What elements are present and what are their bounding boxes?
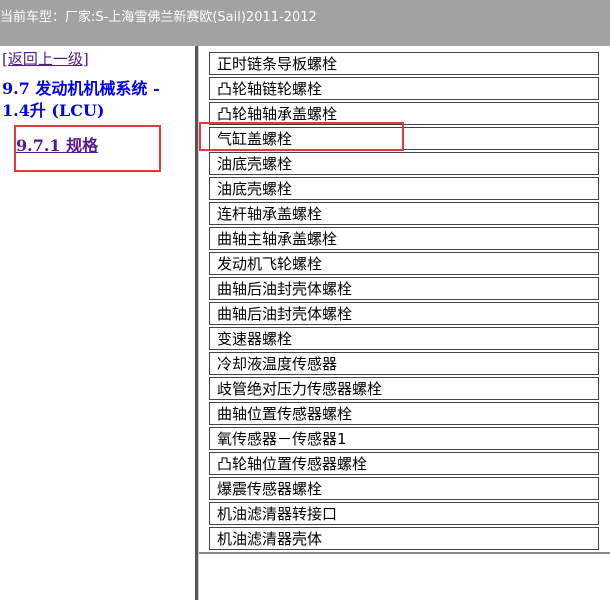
table-row: 变速器螺栓 [209, 327, 599, 350]
highlight-box-right [199, 122, 404, 151]
list-item[interactable]: 曲轴位置传感器螺栓 [209, 402, 599, 425]
section-title-link[interactable]: 9.7 发动机机械系统 - 1.4升 (LCU) [2, 78, 187, 122]
list-item[interactable]: 曲轴后油封壳体螺栓 [209, 302, 599, 325]
list-item[interactable]: 变速器螺栓 [209, 327, 599, 350]
table-row: 发动机飞轮螺栓 [209, 252, 599, 275]
table-row: 曲轴后油封壳体螺栓 [209, 302, 599, 325]
table-row: 曲轴主轴承盖螺栓 [209, 227, 599, 250]
table-row: 机油滤清器转接口 [209, 502, 599, 525]
list-item[interactable]: 曲轴后油封壳体螺栓 [209, 277, 599, 300]
current-vehicle-text: 当前车型：厂家:S-上海雪佛兰新赛欧(Sail)2011-2012 [0, 6, 317, 25]
back-link[interactable]: [返回上一级] [2, 48, 89, 69]
list-item[interactable]: 油底壳螺栓 [209, 177, 599, 200]
table-row: 油底壳螺栓 [209, 152, 599, 175]
table-row: 机油滤清器壳体 [209, 527, 599, 550]
list-item[interactable]: 机油滤清器转接口 [209, 502, 599, 525]
list-item[interactable]: 冷却液温度传感器 [209, 352, 599, 375]
highlight-box-left [14, 125, 161, 172]
list-item[interactable]: 油底壳螺栓 [209, 152, 599, 175]
list-item[interactable]: 正时链条导板螺栓 [209, 52, 599, 75]
table-row: 歧管绝对压力传感器螺栓 [209, 377, 599, 400]
list-item[interactable]: 氧传感器－传感器1 [209, 427, 599, 450]
list-item[interactable]: 凸轮轴位置传感器螺栓 [209, 452, 599, 475]
list-item[interactable]: 凸轮轴链轮螺栓 [209, 77, 599, 100]
list-item[interactable]: 连杆轴承盖螺栓 [209, 202, 599, 225]
table-row: 爆震传感器螺栓 [209, 477, 599, 500]
table-row: 冷却液温度传感器 [209, 352, 599, 375]
table-row: 连杆轴承盖螺栓 [209, 202, 599, 225]
list-item[interactable]: 发动机飞轮螺栓 [209, 252, 599, 275]
current-vehicle-label: 当前车型： [0, 10, 66, 25]
current-vehicle-value: 厂家:S-上海雪佛兰新赛欧(Sail)2011-2012 [65, 10, 317, 25]
content-bottom-border [199, 552, 610, 554]
list-item[interactable]: 歧管绝对压力传感器螺栓 [209, 377, 599, 400]
table-row: 凸轮轴链轮螺栓 [209, 77, 599, 100]
table-row: 氧传感器－传感器1 [209, 427, 599, 450]
list-item[interactable]: 曲轴主轴承盖螺栓 [209, 227, 599, 250]
table-row: 曲轴位置传感器螺栓 [209, 402, 599, 425]
table-row: 曲轴后油封壳体螺栓 [209, 277, 599, 300]
table-row: 凸轮轴位置传感器螺栓 [209, 452, 599, 475]
table-row: 油底壳螺栓 [209, 177, 599, 200]
table-row: 正时链条导板螺栓 [209, 52, 599, 75]
list-item[interactable]: 爆震传感器螺栓 [209, 477, 599, 500]
title-bar: 当前车型：厂家:S-上海雪佛兰新赛欧(Sail)2011-2012 [0, 0, 610, 46]
list-item[interactable]: 机油滤清器壳体 [209, 527, 599, 550]
